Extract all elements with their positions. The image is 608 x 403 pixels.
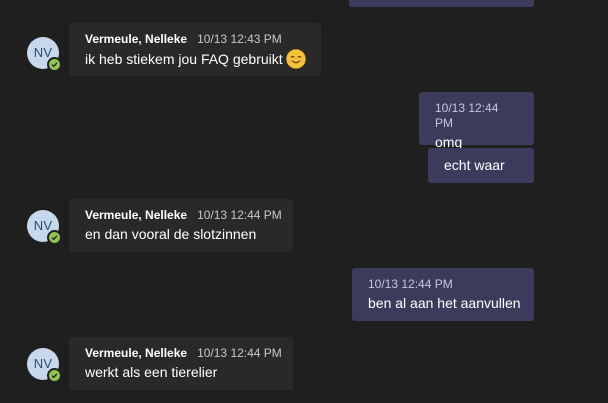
message-text: en dan vooral de slotzinnen (85, 226, 257, 242)
sender-name: Vermeule, Nelleke (85, 208, 188, 222)
message-timestamp: 10/13 12:44 PM (368, 277, 453, 291)
outgoing-message-bubble[interactable]: echt waar (428, 148, 534, 183)
message-timestamp: 10/13 12:43 PM (197, 32, 282, 46)
incoming-message-bubble[interactable]: Vermeule, Nelleke 10/13 12:44 PM werkt al… (69, 337, 293, 390)
incoming-message-bubble[interactable]: Vermeule, Nelleke 10/13 12:44 PM en dan v… (69, 199, 293, 252)
presence-available-icon (47, 368, 62, 383)
chat-thread: NV Vermeule, Nelleke 10/13 12:43 PM ik he… (0, 0, 608, 403)
presence-available-icon (47, 57, 62, 72)
message-timestamp: 10/13 12:44 PM (197, 346, 282, 360)
message-timestamp: 10/13 12:44 PM (197, 208, 282, 222)
message-text: ik heb stiekem jou FAQ gebruikt (85, 51, 283, 67)
presence-available-icon (47, 230, 62, 245)
message-text: ben al aan het aanvullen (368, 295, 521, 311)
smiling-face-emoji-icon (285, 49, 306, 69)
outgoing-message-bubble[interactable] (349, 0, 534, 7)
message-text: echt waar (444, 157, 505, 173)
avatar[interactable]: NV (27, 210, 62, 245)
avatar[interactable]: NV (27, 37, 62, 72)
incoming-message-bubble[interactable]: Vermeule, Nelleke 10/13 12:43 PM ik heb s… (69, 23, 321, 76)
message-text: werkt als een tierelier (85, 364, 218, 380)
sender-name: Vermeule, Nelleke (85, 346, 188, 360)
outgoing-message-bubble[interactable]: 10/13 12:44 PM omg (419, 92, 534, 150)
sender-name: Vermeule, Nelleke (85, 32, 188, 46)
avatar[interactable]: NV (27, 348, 62, 383)
message-timestamp: 10/13 12:44 PM (435, 101, 499, 130)
outgoing-message-bubble[interactable]: 10/13 12:44 PM ben al aan het aanvullen (352, 268, 534, 321)
